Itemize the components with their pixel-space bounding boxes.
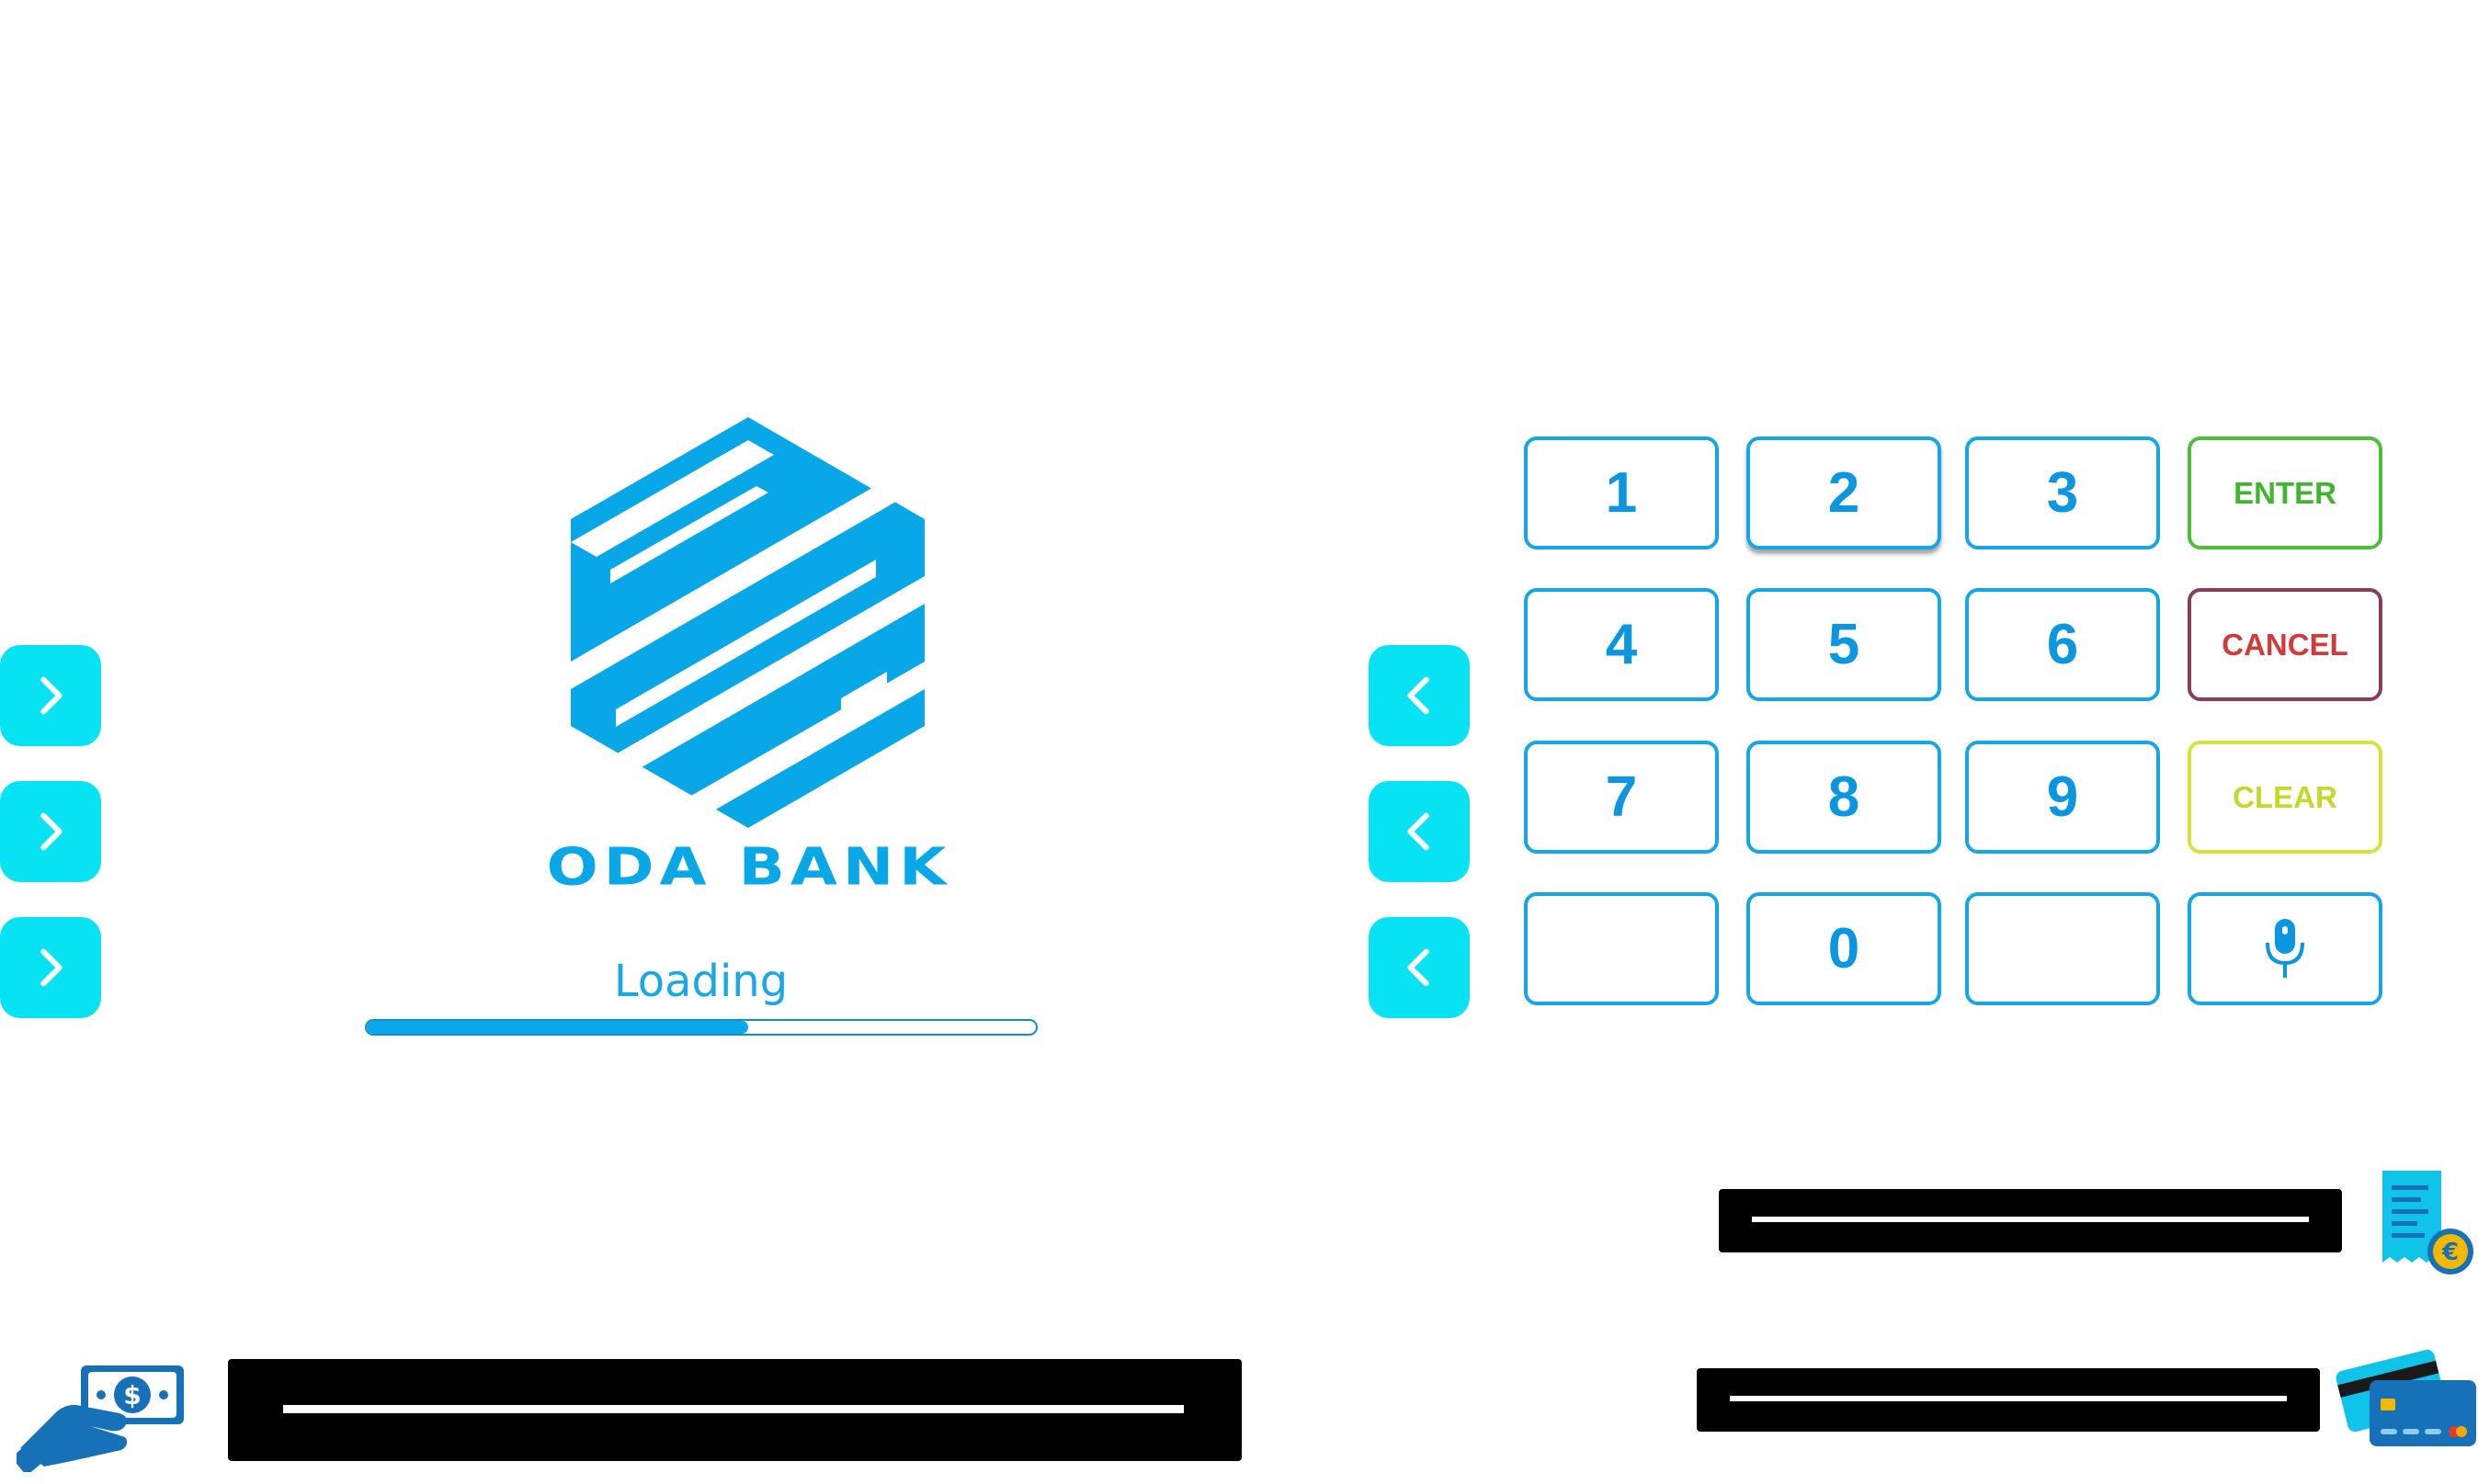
card-slot (1697, 1368, 2320, 1432)
chevron-right-icon (40, 812, 63, 851)
svg-text:$: $ (123, 1380, 141, 1410)
key-2[interactable]: 2 (1746, 436, 1941, 549)
chevron-left-icon (1407, 948, 1429, 987)
right-side-button-1[interactable] (1369, 645, 1470, 746)
key-7[interactable]: 7 (1524, 741, 1719, 854)
key-1[interactable]: 1 (1524, 436, 1719, 549)
receipt-euro-icon: € (2382, 1171, 2473, 1274)
cash-dispenser-slot (228, 1359, 1242, 1461)
oda-bank-logo-icon (571, 417, 925, 828)
chevron-right-icon (40, 948, 63, 987)
svg-text:€: € (2441, 1239, 2459, 1266)
cash-dispense-icon: $ (17, 1365, 184, 1472)
right-side-button-3[interactable] (1369, 917, 1470, 1018)
key-4[interactable]: 4 (1524, 588, 1719, 701)
left-side-button-3[interactable] (0, 917, 101, 1018)
chevron-left-icon (1407, 812, 1429, 851)
clear-button[interactable]: CLEAR (2188, 741, 2382, 854)
bank-name: ODA BANK (546, 836, 952, 898)
key-5[interactable]: 5 (1746, 588, 1941, 701)
microphone-button[interactable] (2188, 892, 2382, 1005)
key-8[interactable]: 8 (1746, 741, 1941, 854)
chevron-right-icon (40, 676, 63, 715)
chevron-left-icon (1407, 676, 1429, 715)
left-side-button-2[interactable] (0, 781, 101, 882)
credit-card-icon (2336, 1349, 2476, 1446)
right-side-button-2[interactable] (1369, 781, 1470, 882)
loading-progress-bar (365, 1019, 1038, 1036)
key-blank-left[interactable] (1524, 892, 1719, 1005)
receipt-slot (1719, 1189, 2342, 1252)
loading-progress-fill (367, 1021, 748, 1034)
key-0[interactable]: 0 (1746, 892, 1941, 1005)
left-side-button-1[interactable] (0, 645, 101, 746)
enter-button[interactable]: ENTER (2188, 436, 2382, 549)
microphone-icon (2266, 918, 2304, 978)
key-blank-right[interactable] (1965, 892, 2160, 1005)
loading-label: Loading (613, 956, 789, 1007)
key-3[interactable]: 3 (1965, 436, 2160, 549)
cancel-button[interactable]: CANCEL (2188, 588, 2382, 701)
key-6[interactable]: 6 (1965, 588, 2160, 701)
key-9[interactable]: 9 (1965, 741, 2160, 854)
